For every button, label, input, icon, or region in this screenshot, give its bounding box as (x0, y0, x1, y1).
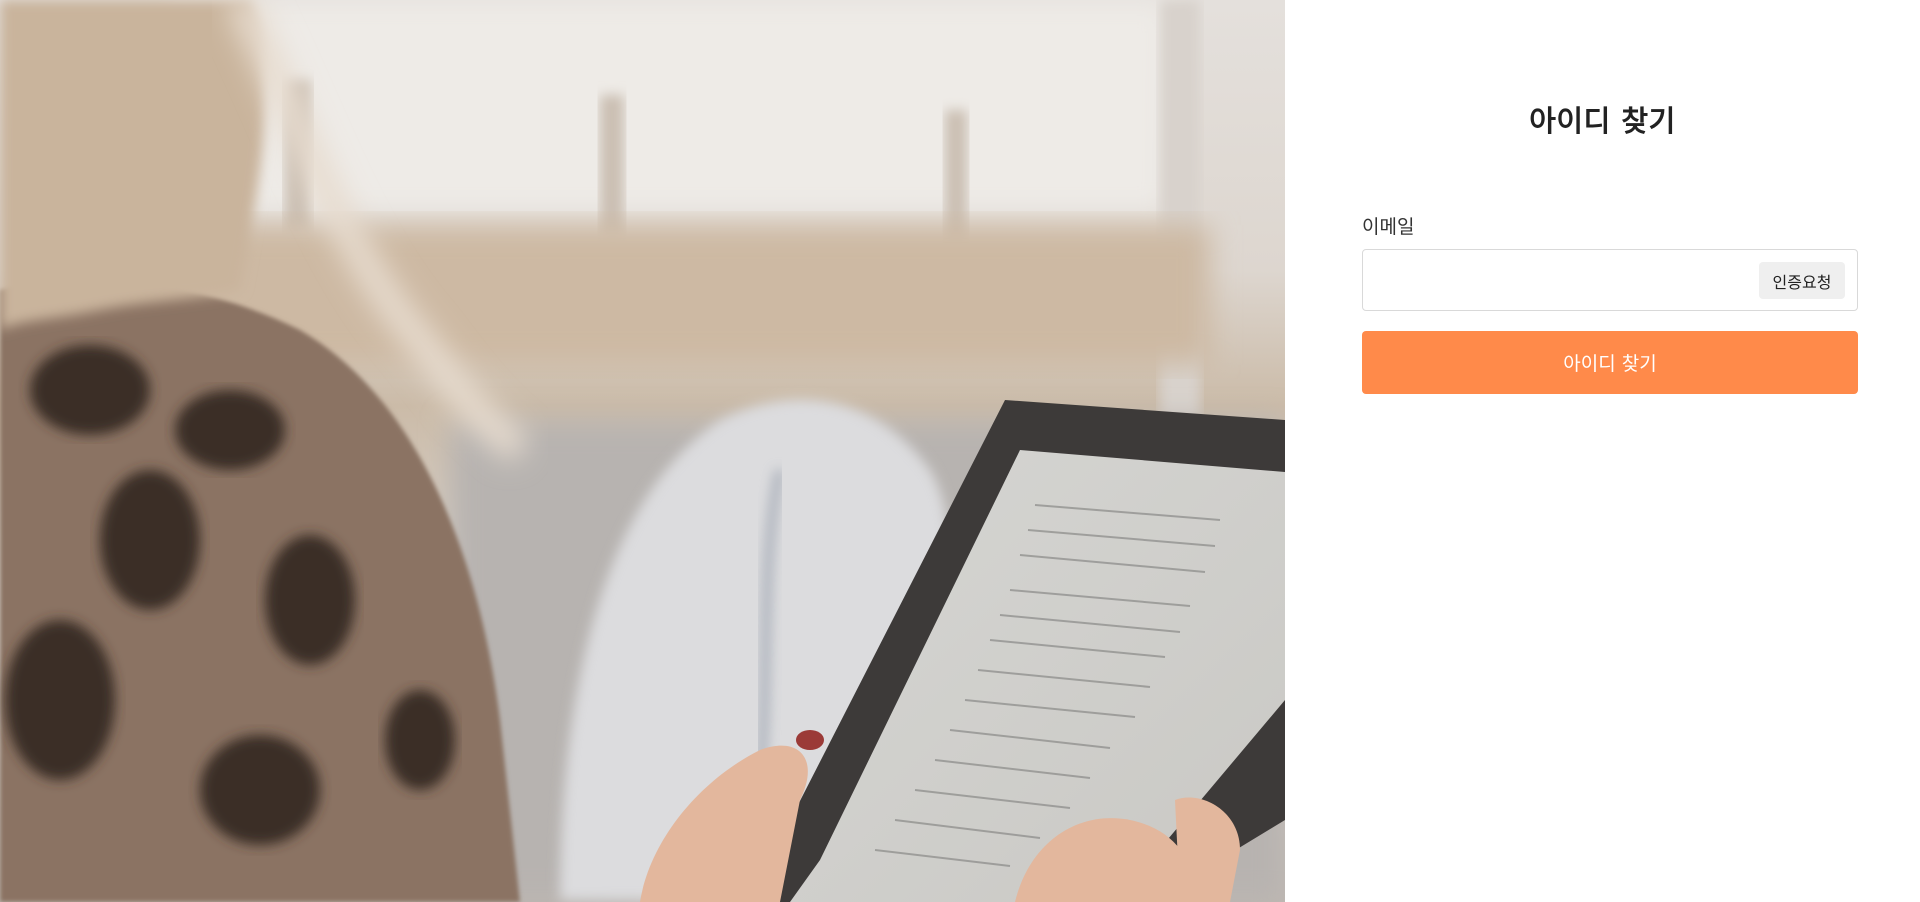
person-reading-tablet-photo (0, 0, 1285, 902)
request-verification-button[interactable]: 인증요청 (1759, 262, 1845, 299)
find-id-form-panel: 아이디 찾기 이메일 인증요청 아이디 찾기 (1285, 0, 1920, 902)
page-title: 아이디 찾기 (1529, 104, 1676, 138)
find-id-button[interactable]: 아이디 찾기 (1362, 331, 1858, 394)
email-label: 이메일 (1362, 216, 1415, 238)
email-input-group: 인증요청 (1362, 249, 1858, 311)
hero-photo (0, 0, 1285, 902)
find-id-page: 아이디 찾기 이메일 인증요청 아이디 찾기 (0, 0, 1920, 902)
email-input[interactable] (1363, 250, 1753, 310)
